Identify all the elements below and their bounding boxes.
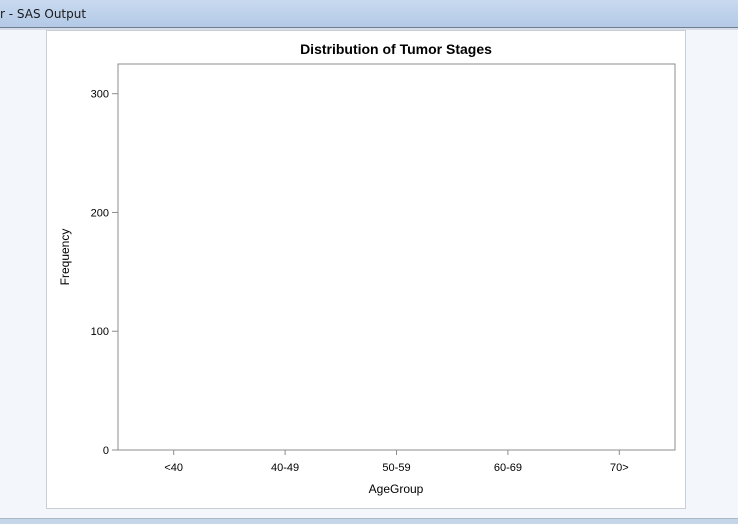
x-tick-label: 50-59 bbox=[382, 462, 410, 474]
x-tick-label: 70> bbox=[610, 462, 629, 474]
x-tick-label: 40-49 bbox=[271, 462, 299, 474]
graph-frame: Distribution of Tumor Stages 0 100 200 300 … bbox=[46, 30, 686, 509]
y-tick-label: 0 bbox=[103, 445, 109, 457]
y-tick-label: 200 bbox=[91, 207, 109, 219]
window-title: r - SAS Output bbox=[0, 7, 87, 21]
plot-area bbox=[117, 63, 676, 451]
window-bottom-border bbox=[0, 518, 738, 524]
chart-title: Distribution of Tumor Stages bbox=[300, 41, 492, 57]
x-axis: <40 40-49 50-59 60-69 70> bbox=[164, 450, 629, 474]
window-titlebar: r - SAS Output bbox=[0, 0, 738, 28]
x-axis-label: AgeGroup bbox=[369, 482, 424, 496]
bar-chart: Distribution of Tumor Stages 0100200300 … bbox=[58, 41, 676, 496]
y-axis-label: Frequency bbox=[58, 229, 72, 286]
y-tick-label: 300 bbox=[91, 89, 109, 101]
y-tick-label: 100 bbox=[91, 326, 109, 338]
y-axis: 0 100 200 300 bbox=[91, 89, 118, 457]
x-tick-label: <40 bbox=[164, 462, 183, 474]
x-tick-label: 60-69 bbox=[494, 462, 522, 474]
